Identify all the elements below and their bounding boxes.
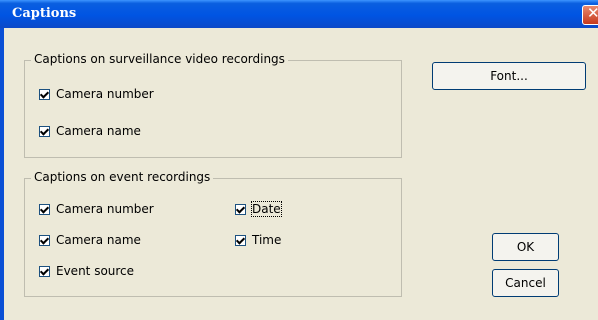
- title-bar[interactable]: Captions ✕: [0, 0, 598, 28]
- surveillance-group-label: Captions on surveillance video recording…: [31, 52, 288, 66]
- dialog-client-area: Captions on surveillance video recording…: [0, 28, 598, 320]
- ok-button[interactable]: OK: [492, 233, 559, 261]
- font-button[interactable]: Font...: [432, 62, 586, 90]
- event-camera-name-checkbox[interactable]: Camera name: [39, 233, 141, 247]
- checkbox-check-icon: [39, 125, 50, 137]
- captions-dialog: Captions ✕ Captions on surveillance vide…: [0, 0, 598, 320]
- surveillance-captions-group: Captions on surveillance video recording…: [24, 52, 402, 158]
- event-group-label: Captions on event recordings: [31, 170, 214, 184]
- event-source-checkbox[interactable]: Event source: [39, 264, 134, 278]
- checkbox-check-icon: [39, 203, 50, 215]
- checkbox-check-icon: [39, 265, 50, 277]
- checkbox-check-icon: [235, 234, 246, 246]
- checkbox-check-icon: [39, 234, 50, 246]
- surveillance-camera-number-checkbox[interactable]: Camera number: [39, 87, 154, 101]
- checkbox-check-icon: [39, 88, 50, 100]
- checkbox-label: Date: [251, 201, 282, 217]
- event-camera-number-checkbox[interactable]: Camera number: [39, 202, 154, 216]
- event-captions-group: Captions on event recordings Camera numb…: [24, 170, 402, 297]
- checkbox-label: Time: [252, 233, 282, 247]
- cancel-button[interactable]: Cancel: [492, 269, 559, 297]
- event-time-checkbox[interactable]: Time: [235, 233, 281, 247]
- checkbox-check-icon: [235, 203, 246, 215]
- event-date-checkbox[interactable]: Date: [235, 201, 282, 217]
- close-button[interactable]: ✕: [582, 4, 598, 25]
- checkbox-label: Camera name: [56, 233, 141, 247]
- window-title: Captions: [12, 6, 77, 21]
- close-icon: ✕: [587, 4, 598, 22]
- checkbox-label: Camera name: [56, 124, 141, 138]
- checkbox-label: Camera number: [56, 87, 154, 101]
- checkbox-label: Camera number: [56, 202, 154, 216]
- checkbox-label: Event source: [56, 264, 135, 278]
- surveillance-camera-name-checkbox[interactable]: Camera name: [39, 124, 141, 138]
